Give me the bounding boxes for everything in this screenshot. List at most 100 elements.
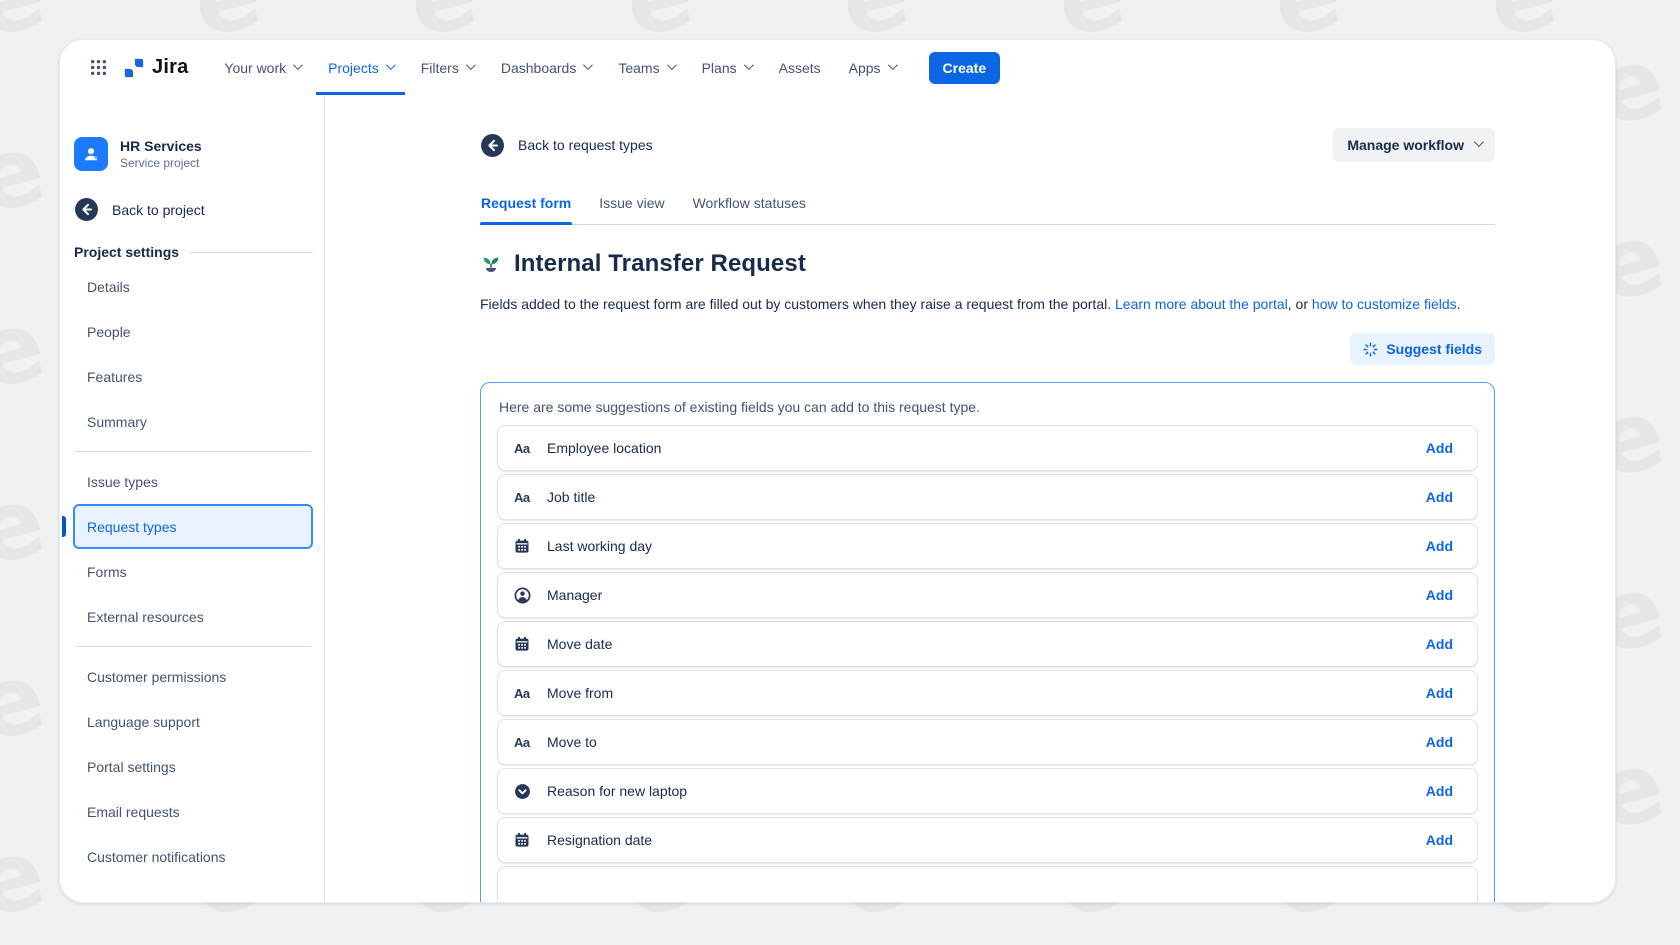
- field-row-employee-location: Aa Employee location Add: [497, 425, 1478, 471]
- tab-workflow-statuses[interactable]: Workflow statuses: [692, 189, 807, 224]
- add-field-button[interactable]: Add: [1426, 734, 1453, 750]
- nav-item-label: Projects: [328, 60, 379, 76]
- back-to-project-button[interactable]: Back to project: [74, 197, 313, 222]
- field-label: Employee location: [547, 440, 661, 456]
- short-text-field-icon: Aa: [514, 735, 536, 750]
- nav-item-teams[interactable]: Teams: [606, 40, 685, 95]
- calendar-icon: [514, 538, 536, 554]
- sidebar-item-customer-permissions[interactable]: Customer permissions: [73, 654, 313, 699]
- chevron-down-icon: [583, 60, 593, 70]
- short-text-field-icon: Aa: [514, 441, 536, 456]
- nav-item-apps[interactable]: Apps: [837, 40, 907, 95]
- nav-item-plans[interactable]: Plans: [690, 40, 763, 95]
- field-label: Move date: [547, 636, 612, 652]
- add-field-button[interactable]: Add: [1426, 440, 1453, 456]
- field-row-move-to: Aa Move to Add: [497, 719, 1478, 765]
- sidebar-item-request-types[interactable]: Request types: [73, 504, 313, 549]
- project-settings-sidebar: HR Services Service project Back to proj…: [60, 95, 325, 902]
- app-switcher-button[interactable]: [84, 40, 113, 95]
- calendar-icon: [514, 636, 536, 652]
- chevron-down-icon: [744, 60, 754, 70]
- back-to-request-types-label: Back to request types: [518, 137, 653, 153]
- sidebar-item-features[interactable]: Features: [73, 354, 313, 399]
- sidebar-group-channels: Customer permissions Language support Po…: [73, 654, 313, 879]
- nav-item-label: Plans: [702, 60, 737, 76]
- sidebar-item-forms[interactable]: Forms: [73, 549, 313, 594]
- field-row-move-date: Move date Add: [497, 621, 1478, 667]
- add-field-button[interactable]: Add: [1426, 538, 1453, 554]
- nav-item-projects[interactable]: Projects: [316, 40, 405, 95]
- create-button[interactable]: Create: [929, 52, 1001, 84]
- project-avatar-icon: [81, 144, 101, 164]
- field-row-move-from: Aa Move from Add: [497, 670, 1478, 716]
- sidebar-heading-label: Project settings: [74, 244, 179, 260]
- nav-item-your-work[interactable]: Your work: [212, 40, 312, 95]
- sidebar-item-customer-notifications[interactable]: Customer notifications: [73, 834, 313, 879]
- tab-issue-view[interactable]: Issue view: [598, 189, 665, 224]
- nav-item-label: Your work: [224, 60, 286, 76]
- customize-fields-link[interactable]: how to customize fields: [1312, 296, 1457, 312]
- sparkle-icon: [1363, 342, 1378, 357]
- sidebar-item-language-support[interactable]: Language support: [73, 699, 313, 744]
- field-row-clipped: [497, 866, 1478, 903]
- manage-workflow-button[interactable]: Manage workflow: [1333, 128, 1495, 162]
- portal-learn-more-link[interactable]: Learn more about the portal: [1115, 296, 1288, 312]
- sidebar-item-summary[interactable]: Summary: [73, 399, 313, 444]
- add-field-button[interactable]: Add: [1426, 783, 1453, 799]
- grid-icon: [90, 59, 107, 76]
- suggest-fields-button[interactable]: Suggest fields: [1350, 333, 1495, 365]
- field-label: Move from: [547, 685, 613, 701]
- chevron-down-icon: [667, 60, 677, 70]
- nav-item-label: Assets: [779, 60, 821, 76]
- add-field-button[interactable]: Add: [1426, 685, 1453, 701]
- jira-logo[interactable]: Jira: [117, 40, 198, 95]
- field-label: Resignation date: [547, 832, 652, 848]
- add-field-button[interactable]: Add: [1426, 587, 1453, 603]
- sidebar-item-details[interactable]: Details: [73, 264, 313, 309]
- nav-item-assets[interactable]: Assets: [767, 40, 833, 95]
- project-avatar: [74, 137, 108, 171]
- back-arrow-icon: [74, 197, 99, 222]
- chevron-down-icon: [293, 60, 303, 70]
- add-field-button[interactable]: Add: [1426, 636, 1453, 652]
- add-field-button[interactable]: Add: [1426, 832, 1453, 848]
- project-type: Service project: [120, 156, 202, 170]
- request-type-sprout-icon: [480, 253, 502, 275]
- field-row-job-title: Aa Job title Add: [497, 474, 1478, 520]
- nav-item-filters[interactable]: Filters: [409, 40, 485, 95]
- chevron-down-icon: [466, 60, 476, 70]
- field-row-reason-for-new-laptop: Reason for new laptop Add: [497, 768, 1478, 814]
- nav-item-label: Apps: [849, 60, 881, 76]
- project-header: HR Services Service project: [73, 137, 313, 171]
- sidebar-item-people[interactable]: People: [73, 309, 313, 354]
- short-text-field-icon: Aa: [514, 490, 536, 505]
- field-label: Manager: [547, 587, 602, 603]
- field-label: Last working day: [547, 538, 652, 554]
- calendar-icon: [514, 832, 536, 848]
- app-window: Jira Your work Projects Filters Dashboar…: [59, 39, 1616, 903]
- sidebar-item-issue-types[interactable]: Issue types: [73, 459, 313, 504]
- chevron-down-icon: [888, 60, 898, 70]
- sidebar-item-external-resources[interactable]: External resources: [73, 594, 313, 639]
- sidebar-group-general: Details People Features Summary: [73, 264, 313, 444]
- sidebar-item-portal-settings[interactable]: Portal settings: [73, 744, 313, 789]
- dropdown-field-icon: [514, 783, 536, 800]
- main-content: Back to request types Manage workflow Re…: [325, 95, 1615, 902]
- nav-item-dashboards[interactable]: Dashboards: [489, 40, 603, 95]
- top-nav-left: Jira Your work Projects Filters Dashboar…: [84, 40, 1000, 95]
- field-label: Job title: [547, 489, 595, 505]
- nav-item-label: Filters: [421, 60, 459, 76]
- add-field-button[interactable]: Add: [1426, 489, 1453, 505]
- sidebar-group-request: Issue types Request types Forms External…: [73, 459, 313, 639]
- suggested-fields-panel: Here are some suggestions of existing fi…: [480, 382, 1495, 903]
- field-label: Move to: [547, 734, 597, 750]
- back-to-request-types-button[interactable]: Back to request types: [480, 133, 653, 158]
- sidebar-heading: Project settings: [74, 244, 313, 260]
- project-name: HR Services: [120, 138, 202, 154]
- sidebar-item-email-requests[interactable]: Email requests: [73, 789, 313, 834]
- description-text: , or: [1288, 296, 1312, 312]
- suggested-fields-header: Here are some suggestions of existing fi…: [499, 399, 1478, 415]
- nav-item-label: Dashboards: [501, 60, 577, 76]
- description-text: .: [1457, 296, 1461, 312]
- tab-request-form[interactable]: Request form: [480, 189, 572, 224]
